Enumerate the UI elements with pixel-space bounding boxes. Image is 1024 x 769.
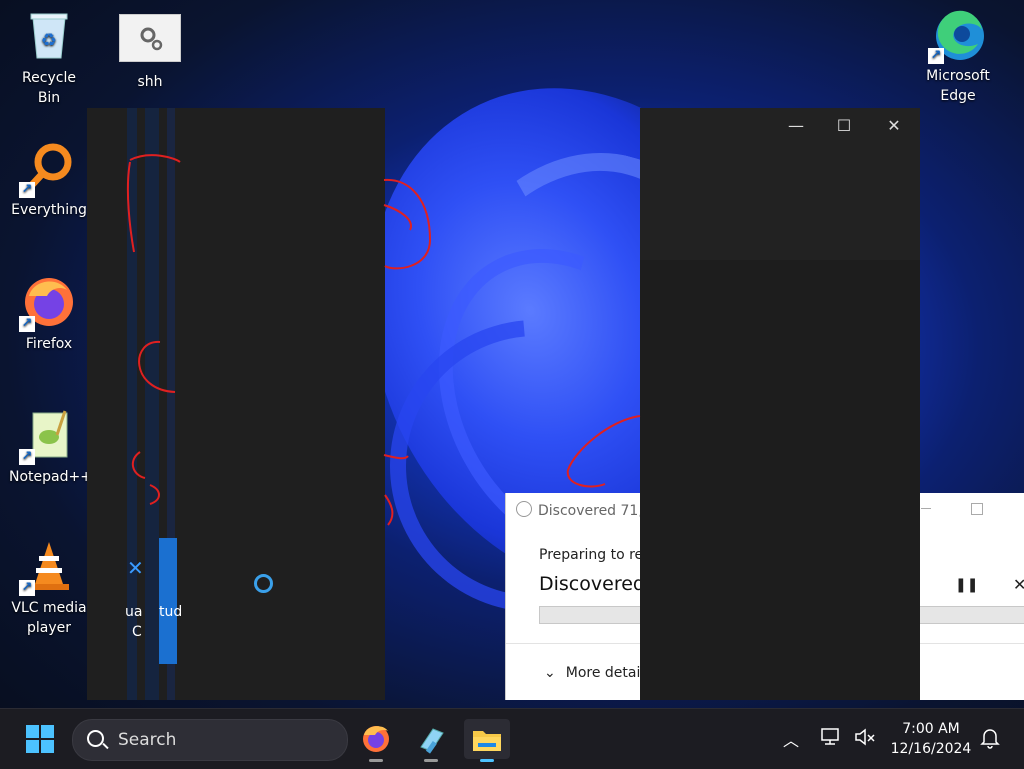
vscode-icon xyxy=(159,538,177,664)
shortcut-arrow-icon: ↗ xyxy=(19,580,35,596)
icon-label: Everything xyxy=(11,202,87,218)
desktop-icon-firefox[interactable]: ↗ Firefox xyxy=(9,274,89,354)
shortcut-arrow-icon: ↗ xyxy=(19,449,35,465)
taskbar-search[interactable]: Search xyxy=(72,719,348,761)
clock-icon xyxy=(516,501,532,517)
taskbar-firefox[interactable] xyxy=(356,719,396,762)
icon-label: Recycle Bin xyxy=(22,70,76,106)
vscode-fragment-icon: ✕ xyxy=(127,556,144,580)
dialog-title: Discovered 71,0 xyxy=(516,501,652,519)
maximize-icon[interactable] xyxy=(971,503,983,515)
pause-button[interactable]: ❚❚ xyxy=(955,577,978,593)
speaker-muted-icon[interactable] xyxy=(853,727,877,751)
icon-label: Microsoft Edge xyxy=(926,68,990,104)
dialog-subtitle: Preparing to re xyxy=(539,547,644,563)
taskbar: Search ︿ 7:00 AM 12/16/2024 xyxy=(0,708,1024,769)
vlc-cone-icon: ↗ xyxy=(19,538,77,596)
taskbar-notepad[interactable] xyxy=(411,719,451,762)
desktop-icon-shh[interactable]: shh xyxy=(110,8,190,92)
edge-icon: ↗ xyxy=(928,6,986,64)
desktop-icon-vlc[interactable]: ↗ VLC media player xyxy=(9,538,89,638)
icon-label: VLC media player xyxy=(11,600,87,636)
firefox-icon: ↗ xyxy=(19,274,77,332)
blank-window-right[interactable]: — ☐ ✕ xyxy=(640,108,920,700)
running-indicator xyxy=(369,759,383,762)
dialog-status: Discovered xyxy=(539,573,645,595)
shortcut-arrow-icon: ↗ xyxy=(19,316,35,332)
icon-label: shh xyxy=(137,74,163,90)
svg-text:♻: ♻ xyxy=(41,30,57,51)
notification-bell-icon[interactable] xyxy=(980,727,1000,753)
shortcut-arrow-icon: ↗ xyxy=(19,182,35,198)
settings-file-icon xyxy=(119,14,181,62)
running-indicator xyxy=(424,759,438,762)
icon-label: Firefox xyxy=(25,336,73,352)
network-icon[interactable] xyxy=(820,727,842,751)
start-button[interactable] xyxy=(26,725,54,753)
window-titlebar[interactable]: — ☐ ✕ xyxy=(640,108,920,260)
desktop-icon-everything[interactable]: ↗ Everything xyxy=(9,140,89,220)
everything-search-icon: ↗ xyxy=(19,140,77,198)
search-icon xyxy=(87,730,104,747)
icon-label-fragment: C xyxy=(132,624,142,640)
more-details-button[interactable]: ⌄ More detai xyxy=(544,665,640,681)
taskbar-file-explorer[interactable] xyxy=(464,719,510,762)
minimize-button[interactable]: — xyxy=(782,116,810,136)
minimize-icon[interactable] xyxy=(921,508,931,509)
icon-label-fragment: ua xyxy=(125,604,143,620)
blank-window-left[interactable]: ✕ ua tud C xyxy=(87,108,385,700)
search-placeholder: Search xyxy=(118,730,177,750)
clock-time: 7:00 AM xyxy=(902,721,960,737)
clock-date: 12/16/2024 xyxy=(890,741,972,757)
maximize-button[interactable]: ☐ xyxy=(830,116,858,136)
desktop-icon-notepadpp[interactable]: ↗ Notepad++ xyxy=(9,407,92,487)
desktop-icon-recycle-bin[interactable]: ♻ Recycle Bin xyxy=(9,8,89,108)
system-clock[interactable]: 7:00 AM 12/16/2024 xyxy=(888,719,974,759)
icon-label-fragment: tud xyxy=(159,604,183,620)
file-explorer-icon xyxy=(473,731,501,751)
notepadpp-icon: ↗ xyxy=(19,407,77,465)
chevron-down-icon: ⌄ xyxy=(544,665,556,681)
shortcut-arrow-icon: ↗ xyxy=(928,48,944,64)
close-button[interactable]: ✕ xyxy=(880,116,908,136)
cancel-button[interactable]: ✕ xyxy=(1013,575,1024,594)
notepad-icon xyxy=(420,728,444,754)
show-hidden-icons-chevron-up-icon[interactable]: ︿ xyxy=(783,727,799,751)
recycle-bin-icon: ♻ xyxy=(21,8,77,64)
active-indicator xyxy=(480,759,494,762)
loading-spinner-icon xyxy=(254,574,273,593)
firefox-icon xyxy=(363,726,389,752)
desktop-icon-microsoft-edge[interactable]: ↗ Microsoft Edge xyxy=(918,6,998,106)
panel-strip xyxy=(145,108,159,700)
icon-label: Notepad++ xyxy=(9,469,92,485)
windows-logo-icon xyxy=(26,725,39,738)
